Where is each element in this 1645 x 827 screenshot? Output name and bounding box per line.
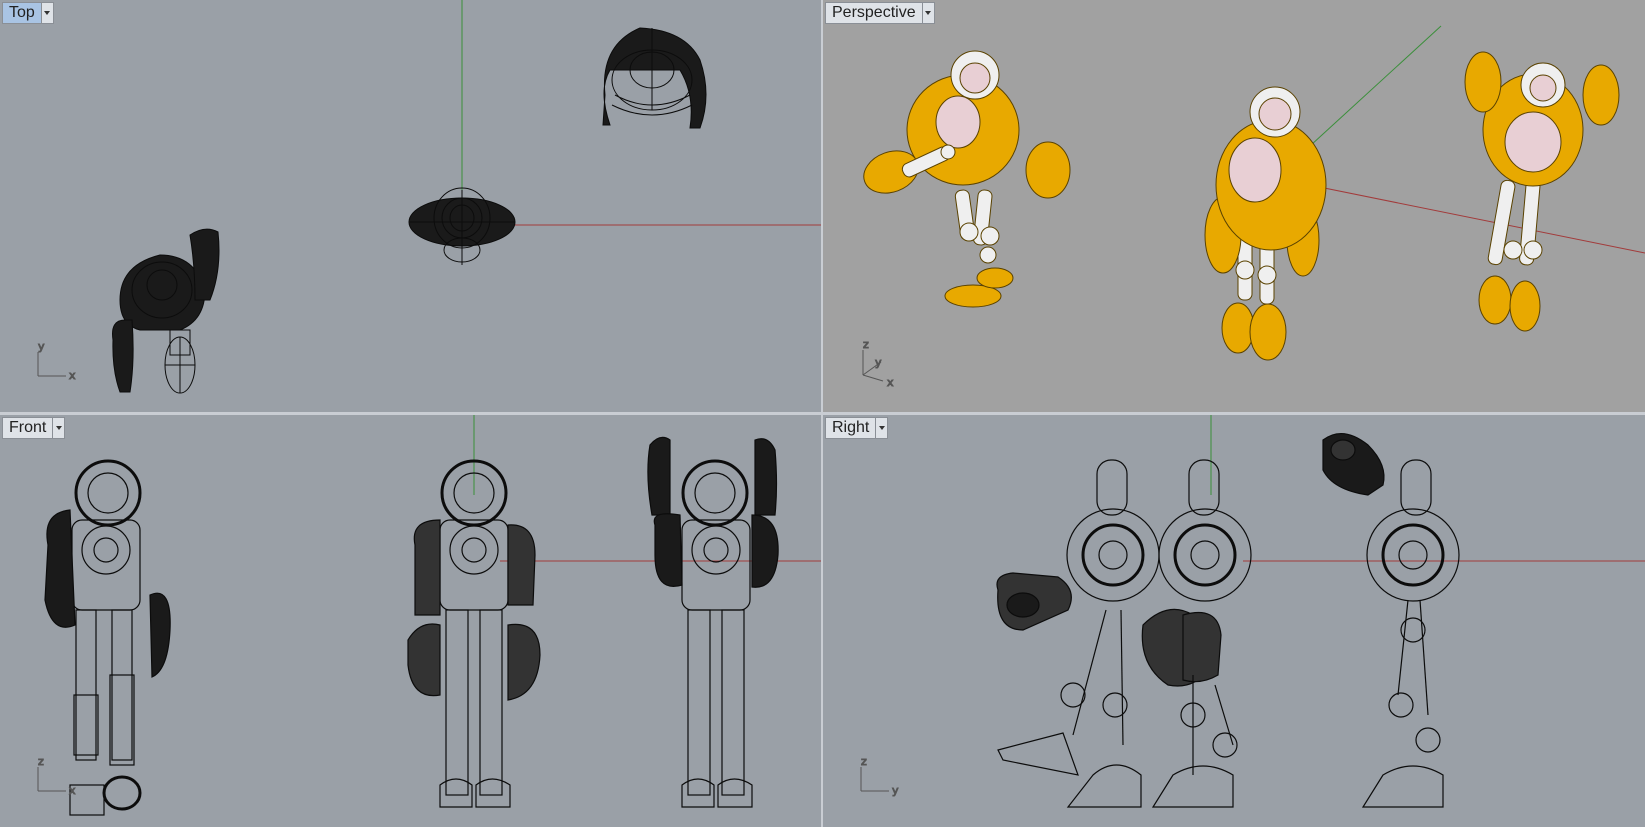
viewport-title-front[interactable]: Front bbox=[2, 417, 66, 439]
viewport-title-right[interactable]: Right bbox=[825, 417, 889, 439]
robot-wireframe-front-middle bbox=[407, 459, 541, 808]
axis-triad-right: z y bbox=[860, 755, 900, 798]
chevron-down-icon[interactable] bbox=[52, 418, 64, 438]
svg-text:y: y bbox=[875, 356, 882, 369]
viewport-title-top[interactable]: Top bbox=[2, 2, 54, 24]
svg-text:y: y bbox=[892, 784, 899, 797]
viewport-title-label: Perspective bbox=[832, 4, 916, 21]
x-axis-line bbox=[1274, 177, 1645, 254]
robot-wireframe-right-left bbox=[996, 459, 1160, 808]
svg-text:x: x bbox=[69, 784, 76, 797]
axis-triad-top: y x bbox=[37, 340, 77, 383]
robot-wireframe-front-left bbox=[44, 459, 171, 816]
right-view-canvas[interactable]: z y bbox=[823, 415, 1645, 827]
svg-text:x: x bbox=[887, 376, 894, 389]
svg-text:z: z bbox=[863, 338, 869, 351]
chevron-down-icon[interactable] bbox=[40, 3, 53, 23]
robot-wireframe-top-center bbox=[408, 187, 516, 265]
chevron-down-icon[interactable] bbox=[875, 418, 887, 438]
perspective-view-canvas[interactable]: z y x bbox=[823, 0, 1645, 412]
robot-render-middle bbox=[1204, 86, 1327, 361]
viewport-title-perspective[interactable]: Perspective bbox=[825, 2, 935, 24]
robot-wireframe-right-right bbox=[1322, 433, 1460, 808]
robot-render-left bbox=[863, 50, 1071, 308]
viewport-right[interactable]: z y Right bbox=[823, 415, 1645, 827]
svg-text:z: z bbox=[861, 755, 867, 768]
robot-wireframe-top-right bbox=[602, 27, 707, 129]
robot-wireframe-right-middle bbox=[1141, 459, 1252, 808]
viewport-perspective[interactable]: z y x Perspective bbox=[823, 0, 1645, 412]
viewport-title-label: Front bbox=[9, 419, 47, 436]
svg-text:y: y bbox=[38, 340, 45, 353]
svg-text:x: x bbox=[69, 369, 76, 382]
robot-render-right bbox=[1464, 51, 1620, 332]
viewport-title-label: Right bbox=[832, 419, 870, 436]
axis-triad-front: z x bbox=[37, 755, 77, 798]
viewport-title-label: Top bbox=[3, 3, 41, 23]
viewport-front[interactable]: z x Front bbox=[0, 415, 821, 827]
chevron-down-icon[interactable] bbox=[921, 3, 934, 23]
svg-text:z: z bbox=[38, 755, 44, 768]
top-view-canvas[interactable]: y x bbox=[0, 0, 821, 412]
robot-wireframe-top-left bbox=[112, 228, 220, 394]
rhino-viewport-layout: y x Top z y x Perspective z x Front z y … bbox=[0, 0, 1645, 827]
axis-triad-perspective: z y x bbox=[862, 338, 895, 390]
front-view-canvas[interactable]: z x bbox=[0, 415, 821, 827]
robot-wireframe-front-right bbox=[647, 436, 779, 808]
viewport-top[interactable]: y x Top bbox=[0, 0, 821, 412]
